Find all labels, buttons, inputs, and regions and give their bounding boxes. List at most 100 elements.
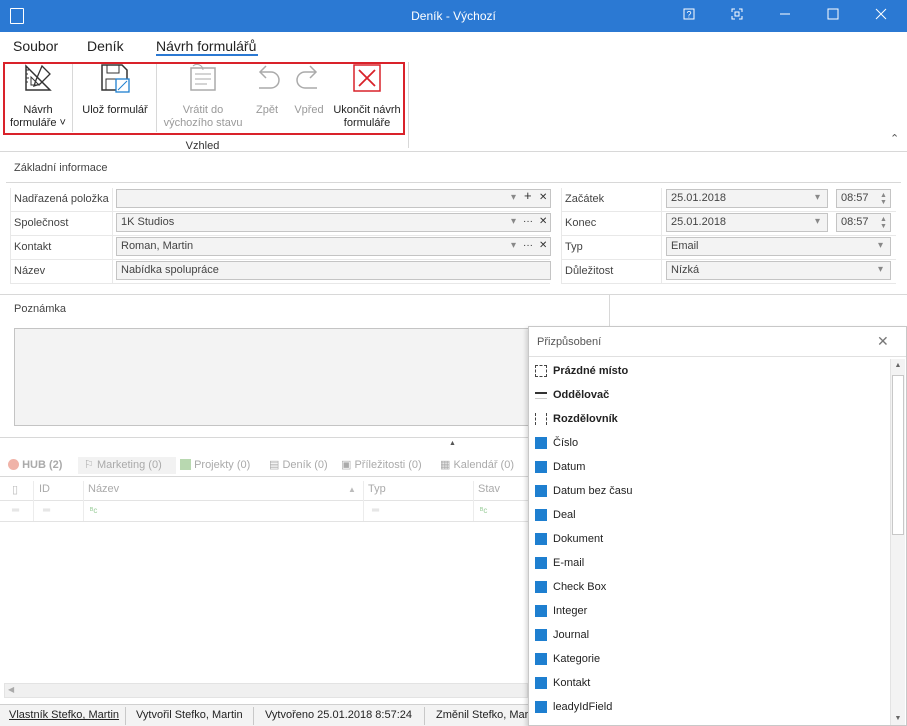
scrollbar-thumb[interactable] — [892, 375, 904, 535]
col-header-type[interactable]: Typ — [368, 483, 386, 495]
right-column-edge — [561, 188, 562, 284]
note-textarea[interactable] — [14, 328, 534, 426]
clear-icon[interactable]: ✕ — [539, 191, 547, 204]
scroll-down-icon[interactable]: ▼ — [891, 715, 905, 722]
scroll-up-icon[interactable]: ▲ — [891, 362, 905, 369]
custom-item[interactable]: Deal — [535, 504, 576, 526]
add-icon[interactable]: + — [524, 189, 532, 202]
filter-equals-icon[interactable]: ═ — [43, 505, 50, 516]
col-header-name[interactable]: Název — [88, 483, 119, 495]
company-field[interactable]: 1K Studios ▾ ··· ✕ — [116, 213, 551, 232]
filter-equals-icon[interactable]: ═ — [372, 505, 379, 516]
tab-journal[interactable]: ▤ Deník (0) — [269, 457, 328, 474]
tab-opportunities[interactable]: ▣ Příležitosti (0) — [341, 457, 422, 474]
tab-marketing[interactable]: ⚐ Marketing (0) — [78, 457, 176, 474]
tab-projects[interactable]: Projekty (0) — [180, 457, 250, 474]
right-row-line — [561, 283, 896, 284]
dropdown-arrow-icon[interactable]: ▾ — [815, 215, 820, 228]
parent-item-field[interactable]: ▾ + ✕ — [116, 189, 551, 208]
priority-field[interactable]: Nízká ▾ — [666, 261, 891, 280]
collapse-ribbon-icon[interactable]: ⌃ — [890, 132, 899, 145]
help-icon[interactable]: ? — [672, 0, 706, 32]
filter-row — [0, 502, 528, 522]
clear-icon[interactable]: ✕ — [539, 239, 547, 252]
custom-item[interactable]: Datum bez času — [535, 480, 632, 502]
custom-item[interactable]: Číslo — [535, 432, 578, 454]
basic-info-title: Základní informace — [14, 162, 108, 174]
basic-info-top-line — [6, 182, 901, 183]
opportunities-icon: ▣ — [341, 459, 352, 471]
tab-hub[interactable]: HUB (2) — [8, 457, 62, 474]
custom-item-label: Oddělovač — [553, 389, 610, 401]
left-column-edge — [10, 188, 11, 284]
custom-item[interactable]: Kategorie — [535, 648, 600, 670]
close-button[interactable] — [864, 0, 898, 32]
horizontal-scrollbar[interactable] — [4, 683, 528, 698]
custom-item[interactable]: Journal — [535, 624, 589, 646]
fullscreen-icon[interactable] — [720, 0, 754, 32]
custom-item-label: leadyIdField — [553, 701, 613, 713]
custom-item[interactable]: Integer — [535, 600, 587, 622]
custom-item[interactable]: Oddělovač — [535, 384, 609, 406]
end-time-field[interactable]: 08:57 ▲ ▼ — [836, 213, 891, 232]
menu-soubor[interactable]: Soubor — [13, 38, 58, 54]
field-icon — [535, 533, 547, 546]
more-icon[interactable]: ··· — [523, 239, 533, 252]
custom-item[interactable]: Rozdělovník — [535, 408, 618, 430]
dropdown-arrow-icon[interactable]: ▾ — [511, 191, 516, 204]
note-bottom-line — [0, 437, 528, 438]
name-field[interactable]: Nabídka spolupráce — [116, 261, 551, 280]
svg-text:?: ? — [686, 10, 691, 20]
field-label-priority: Důležitost — [565, 265, 614, 277]
scroll-left-icon[interactable]: ◀ — [8, 685, 14, 694]
custom-item-label: Rozdělovník — [553, 413, 618, 425]
dropdown-arrow-icon[interactable]: ▾ — [878, 239, 883, 252]
contact-value: Roman, Martin — [121, 240, 194, 252]
status-owner[interactable]: Vlastník Stefko, Martin — [9, 709, 119, 721]
custom-item[interactable]: Kontakt — [535, 672, 590, 694]
status-changed-by: Změnil Stefko, Martin — [436, 709, 540, 721]
start-date-field[interactable]: 25.01.2018 ▾ — [666, 189, 828, 208]
contact-field[interactable]: Roman, Martin ▾ ··· ✕ — [116, 237, 551, 256]
filter-text-icon[interactable]: ᴮᴄ — [480, 506, 487, 515]
maximize-button[interactable] — [816, 0, 850, 32]
menu-denik[interactable]: Deník — [87, 38, 124, 54]
custom-item[interactable]: Prázdné místo — [535, 360, 628, 382]
start-time-field[interactable]: 08:57 ▲ ▼ — [836, 189, 891, 208]
end-date-field[interactable]: 25.01.2018 ▾ — [666, 213, 828, 232]
menu-bar: Soubor Deník Návrh formulářů — [0, 32, 907, 58]
filter-equals-icon[interactable]: ═ — [12, 505, 19, 516]
col-header-id[interactable]: ID — [39, 483, 50, 495]
filter-text-icon[interactable]: ᴮᴄ — [90, 506, 97, 515]
custom-item[interactable]: Dokument — [535, 528, 603, 550]
custom-item[interactable]: leadyIdField — [535, 696, 612, 718]
type-value: Email — [671, 240, 699, 252]
close-icon[interactable]: ✕ — [877, 333, 889, 350]
vertical-scrollbar[interactable]: ▲ ▼ — [890, 359, 905, 725]
note-title: Poznámka — [14, 303, 66, 315]
clear-icon[interactable]: ✕ — [539, 215, 547, 228]
custom-item[interactable]: Check Box — [535, 576, 606, 598]
minimize-button[interactable] — [768, 0, 802, 32]
splitter-up-icon[interactable]: ▲ — [449, 440, 456, 447]
spin-icon[interactable]: ▲ ▼ — [880, 216, 887, 230]
tabs-bottom-line — [0, 476, 528, 477]
custom-item[interactable]: E-mail — [535, 552, 584, 574]
custom-item-label: Kategorie — [553, 653, 601, 665]
projects-icon — [180, 459, 191, 470]
dropdown-arrow-icon[interactable]: ▾ — [511, 239, 516, 252]
custom-item[interactable]: Datum — [535, 456, 585, 478]
more-icon[interactable]: ··· — [523, 215, 533, 228]
separator-icon — [535, 391, 547, 399]
field-label-company: Společnost — [14, 217, 69, 229]
tab-calendar[interactable]: ▦ Kalendář (0) — [440, 457, 514, 474]
type-field[interactable]: Email ▾ — [666, 237, 891, 256]
dropdown-arrow-icon[interactable]: ▾ — [815, 191, 820, 204]
col-header-status[interactable]: Stav — [478, 483, 500, 495]
menu-navrh-formularu[interactable]: Návrh formulářů — [156, 38, 256, 54]
tab-projects-label: Projekty (0) — [194, 459, 251, 471]
spin-icon[interactable]: ▲ ▼ — [880, 192, 887, 206]
dropdown-arrow-icon[interactable]: ▾ — [511, 215, 516, 228]
sort-asc-icon: ▲ — [348, 485, 356, 494]
dropdown-arrow-icon[interactable]: ▾ — [878, 263, 883, 276]
